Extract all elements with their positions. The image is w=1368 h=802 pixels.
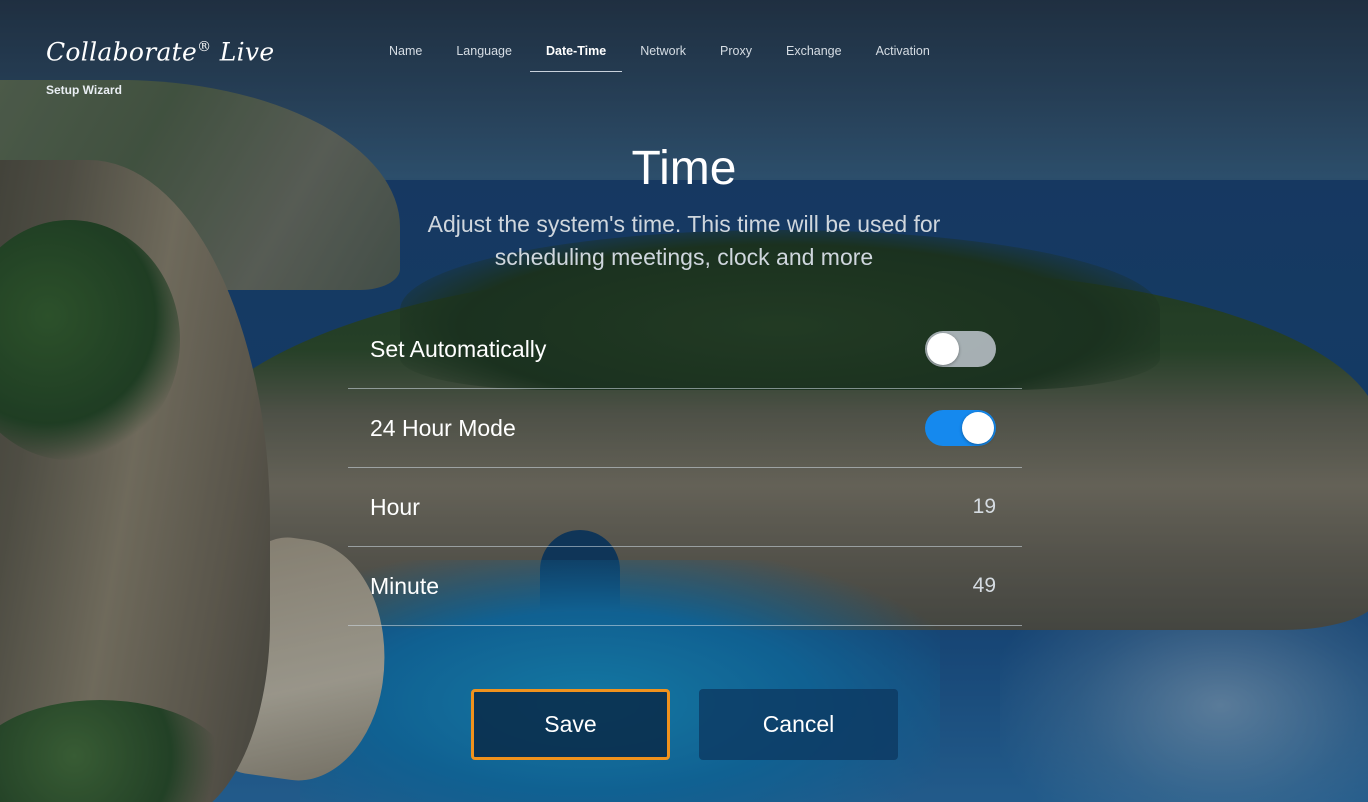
set-automatically-label: Set Automatically xyxy=(370,335,547,362)
app-logo: Collaborate® Live xyxy=(46,37,275,67)
hour-mode-24-toggle[interactable] xyxy=(925,410,996,446)
time-settings-list: Set Automatically 24 Hour Mode Hour 19 M… xyxy=(348,310,1022,626)
nav-step-date-time[interactable]: Date-Time xyxy=(529,34,623,72)
nav-step-name[interactable]: Name xyxy=(389,34,422,72)
minute-value[interactable]: 49 xyxy=(973,574,996,598)
wizard-subtitle: Setup Wizard xyxy=(46,83,122,98)
save-button[interactable]: Save xyxy=(471,689,670,760)
cancel-button[interactable]: Cancel xyxy=(699,689,898,760)
minute-row[interactable]: Minute 49 xyxy=(348,547,1022,626)
hour-label: Hour xyxy=(370,493,420,520)
set-automatically-row[interactable]: Set Automatically xyxy=(348,310,1022,389)
page-description: Adjust the system's time. This time will… xyxy=(427,211,941,270)
nav-step-language[interactable]: Language xyxy=(456,34,512,72)
page-title: Time xyxy=(631,142,737,195)
nav-step-exchange[interactable]: Exchange xyxy=(786,34,842,72)
hour-value[interactable]: 19 xyxy=(973,495,996,519)
nav-step-activation[interactable]: Activation xyxy=(876,34,930,72)
minute-label: Minute xyxy=(370,572,440,599)
hour-row[interactable]: Hour 19 xyxy=(348,468,1022,547)
hour-mode-24-label: 24 Hour Mode xyxy=(370,414,516,441)
set-automatically-toggle[interactable] xyxy=(925,331,996,367)
wizard-steps-nav: Name Language Date-Time Network Proxy Ex… xyxy=(372,34,947,72)
nav-step-network[interactable]: Network xyxy=(640,34,686,72)
hour-mode-24-row[interactable]: 24 Hour Mode xyxy=(348,389,1022,468)
toggle-knob xyxy=(962,412,994,444)
brand: Collaborate® Live Setup Wizard xyxy=(46,30,274,97)
nav-step-proxy[interactable]: Proxy xyxy=(720,34,752,72)
toggle-knob xyxy=(927,333,959,365)
